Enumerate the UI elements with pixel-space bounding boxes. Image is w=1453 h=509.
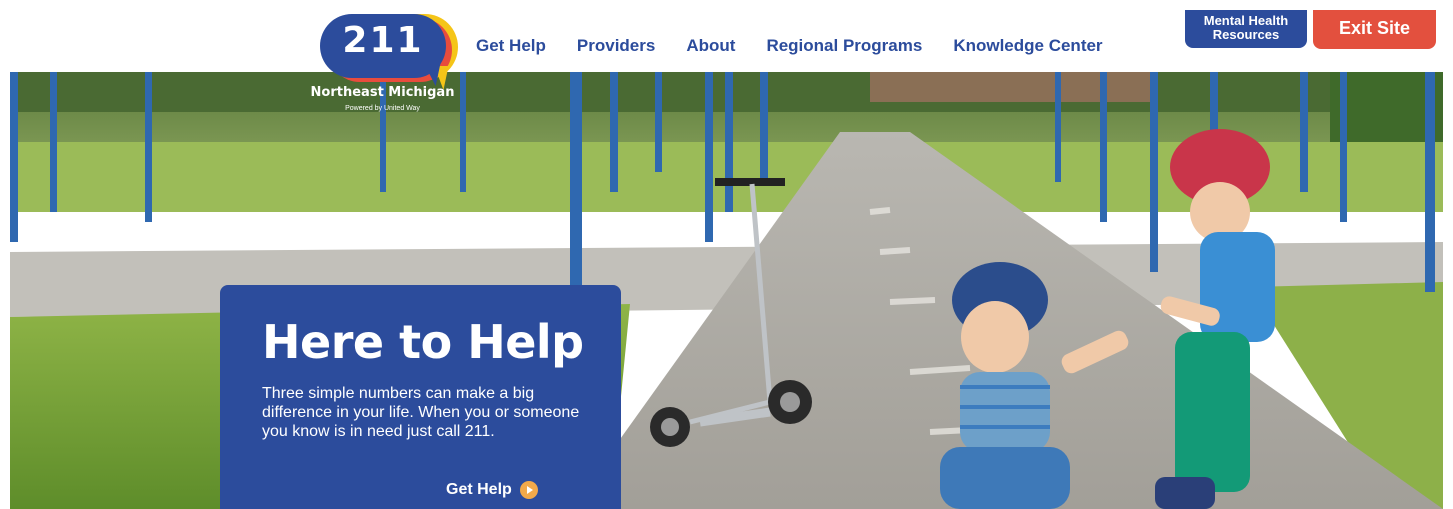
hero-title: Here to Help <box>262 315 584 369</box>
hero-get-help-label: Get Help <box>446 481 512 498</box>
main-nav: Get Help Providers About Regional Progra… <box>476 36 1103 60</box>
hero-get-help-link[interactable]: Get Help <box>446 481 538 499</box>
logo-number: 211 <box>342 20 424 61</box>
nav-knowledge-center[interactable]: Knowledge Center <box>953 36 1102 60</box>
mental-health-resources-button[interactable]: Mental Health Resources <box>1185 10 1307 48</box>
nav-regional-programs[interactable]: Regional Programs <box>766 36 922 60</box>
hero-card: Here to Help Three simple numbers can ma… <box>220 285 621 509</box>
site-logo[interactable]: 211 Northeast Michigan Powered by United… <box>310 12 460 120</box>
logo-region: Northeast Michigan <box>310 85 455 100</box>
site-header: 211 Northeast Michigan Powered by United… <box>0 0 1453 112</box>
hero-description: Three simple numbers can make a big diff… <box>262 385 580 440</box>
logo-tagline: Powered by United Way <box>345 105 420 112</box>
exit-site-button[interactable]: Exit Site <box>1313 10 1436 49</box>
nav-about[interactable]: About <box>686 36 735 60</box>
nav-get-help[interactable]: Get Help <box>476 36 546 60</box>
play-circle-icon <box>519 481 538 499</box>
nav-providers[interactable]: Providers <box>577 36 655 60</box>
